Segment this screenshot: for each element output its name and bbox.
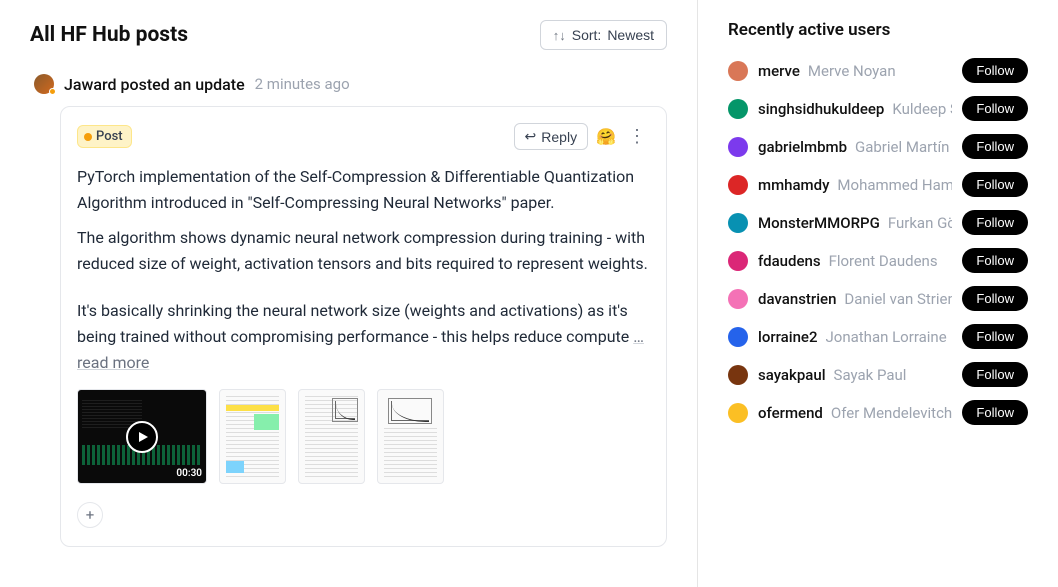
user-row: MonsterMMORPG Furkan Gözü Follow: [728, 210, 1028, 235]
post-badge-label: Post: [96, 129, 123, 144]
video-duration: 00:30: [176, 468, 202, 479]
user-row: merve Merve Noyan Follow: [728, 58, 1028, 83]
play-icon: [126, 421, 158, 453]
user-username[interactable]: merve: [758, 62, 800, 80]
post-truncated-text: It's basically shrinking the neural netw…: [77, 301, 629, 346]
user-avatar[interactable]: [728, 61, 748, 81]
sort-label: Sort:: [572, 27, 602, 43]
attachment-thumbs: 00:30: [77, 389, 650, 484]
user-fullname: Sayak Paul: [834, 366, 907, 384]
reply-button[interactable]: ↩ Reply: [514, 123, 589, 150]
post-paragraph-1: PyTorch implementation of the Self-Compr…: [77, 164, 650, 215]
post-card: Post ↩ Reply 🤗 ⋮ PyTorch implementation …: [60, 106, 667, 547]
attachment-image-thumb[interactable]: [219, 389, 286, 484]
user-avatar[interactable]: [728, 251, 748, 271]
follow-button[interactable]: Follow: [962, 400, 1028, 425]
user-row: lorraine2 Jonathan Lorraine Follow: [728, 324, 1028, 349]
follow-button[interactable]: Follow: [962, 324, 1028, 349]
user-fullname: Mohammed Hamd: [837, 176, 952, 194]
user-row: sayakpaul Sayak Paul Follow: [728, 362, 1028, 387]
reaction-emoji[interactable]: 🤗: [596, 127, 616, 146]
reply-label: Reply: [541, 129, 577, 145]
user-avatar[interactable]: [728, 213, 748, 233]
user-row: ofermend Ofer Mendelevitch Follow: [728, 400, 1028, 425]
post-badge[interactable]: Post: [77, 125, 132, 148]
post-action-line[interactable]: Jaward posted an update: [64, 75, 245, 94]
user-username[interactable]: sayakpaul: [758, 366, 826, 384]
user-row: gabrielmbmb Gabriel Martín B Follow: [728, 134, 1028, 159]
user-row: singhsidhukuldeep Kuldeep S Follow: [728, 96, 1028, 121]
user-fullname: Kuldeep S: [892, 100, 952, 118]
attachment-image-thumb[interactable]: [377, 389, 444, 484]
sort-icon: ↑↓: [553, 28, 566, 43]
user-names: sayakpaul Sayak Paul: [758, 366, 952, 384]
user-username[interactable]: fdaudens: [758, 252, 821, 270]
follow-button[interactable]: Follow: [962, 96, 1028, 121]
user-username[interactable]: davanstrien: [758, 290, 836, 308]
user-avatar[interactable]: [728, 175, 748, 195]
post-timestamp: 2 minutes ago: [255, 75, 350, 93]
user-username[interactable]: ofermend: [758, 404, 823, 422]
user-avatar[interactable]: [728, 99, 748, 119]
user-names: gabrielmbmb Gabriel Martín B: [758, 138, 952, 156]
user-username[interactable]: lorraine2: [758, 328, 818, 346]
more-menu-icon[interactable]: ⋮: [624, 126, 650, 147]
follow-button[interactable]: Follow: [962, 248, 1028, 273]
attachment-image-thumb[interactable]: [298, 389, 365, 484]
follow-button[interactable]: Follow: [962, 362, 1028, 387]
user-names: mmhamdy Mohammed Hamd: [758, 176, 952, 194]
user-avatar[interactable]: [728, 365, 748, 385]
user-username[interactable]: gabrielmbmb: [758, 138, 847, 156]
user-fullname: Ofer Mendelevitch: [831, 404, 952, 422]
post-paragraph-3: It's basically shrinking the neural netw…: [77, 298, 650, 375]
user-avatar[interactable]: [728, 137, 748, 157]
user-names: davanstrien Daniel van Strien: [758, 290, 952, 308]
user-username[interactable]: singhsidhukuldeep: [758, 100, 884, 118]
user-names: lorraine2 Jonathan Lorraine: [758, 328, 952, 346]
user-fullname: Gabriel Martín B: [855, 138, 952, 156]
post-badge-icon: [84, 133, 92, 141]
user-row: mmhamdy Mohammed Hamd Follow: [728, 172, 1028, 197]
user-username[interactable]: MonsterMMORPG: [758, 214, 880, 232]
user-names: ofermend Ofer Mendelevitch: [758, 404, 952, 422]
user-username[interactable]: mmhamdy: [758, 176, 829, 194]
user-avatar[interactable]: [728, 327, 748, 347]
user-fullname: Florent Daudens: [829, 252, 938, 270]
user-fullname: Merve Noyan: [808, 62, 896, 80]
user-fullname: Daniel van Strien: [844, 290, 952, 308]
user-names: singhsidhukuldeep Kuldeep S: [758, 100, 952, 118]
post-body: PyTorch implementation of the Self-Compr…: [77, 164, 650, 375]
sort-value: Newest: [607, 27, 654, 43]
author-avatar[interactable]: [34, 74, 54, 94]
attachment-video-thumb[interactable]: 00:30: [77, 389, 207, 484]
user-fullname: Jonathan Lorraine: [826, 328, 947, 346]
user-names: fdaudens Florent Daudens: [758, 252, 952, 270]
user-avatar[interactable]: [728, 289, 748, 309]
follow-button[interactable]: Follow: [962, 172, 1028, 197]
user-row: fdaudens Florent Daudens Follow: [728, 248, 1028, 273]
reply-arrow-icon: ↩: [525, 128, 537, 145]
sort-button[interactable]: ↑↓ Sort: Newest: [540, 20, 667, 50]
follow-button[interactable]: Follow: [962, 286, 1028, 311]
user-names: MonsterMMORPG Furkan Gözü: [758, 214, 952, 232]
post-header: Jaward posted an update 2 minutes ago: [30, 74, 667, 94]
page-title: All HF Hub posts: [30, 23, 188, 47]
user-fullname: Furkan Gözü: [888, 214, 953, 232]
user-names: merve Merve Noyan: [758, 62, 952, 80]
user-row: davanstrien Daniel van Strien Follow: [728, 286, 1028, 311]
sidebar-title: Recently active users: [728, 20, 1028, 40]
add-reaction-button[interactable]: +: [77, 502, 103, 528]
follow-button[interactable]: Follow: [962, 58, 1028, 83]
active-users-list: merve Merve Noyan Follow singhsidhukuldeep K…: [728, 58, 1028, 425]
user-avatar[interactable]: [728, 403, 748, 423]
follow-button[interactable]: Follow: [962, 134, 1028, 159]
follow-button[interactable]: Follow: [962, 210, 1028, 235]
post-paragraph-2: The algorithm shows dynamic neural netwo…: [77, 225, 650, 276]
